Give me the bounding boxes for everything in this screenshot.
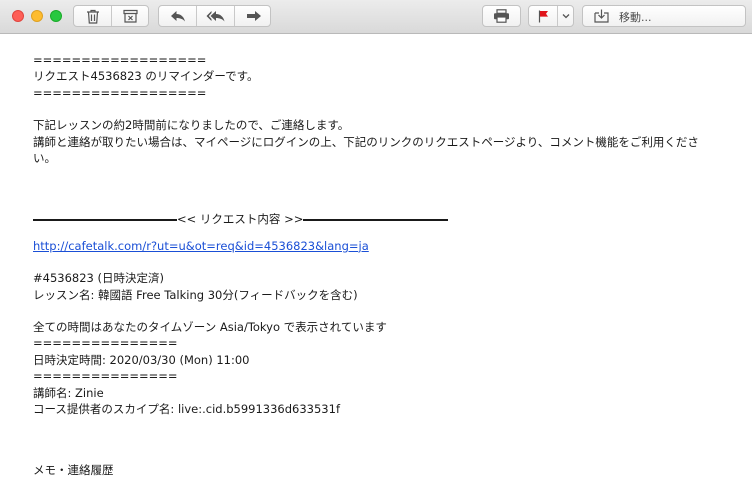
- contact-instructions: 講師と連絡が取りたい場合は、マイページにログインの上、下記のリンクのリクエストペ…: [33, 134, 699, 149]
- separator: ==================: [33, 85, 207, 100]
- reply-button[interactable]: [159, 6, 196, 26]
- move-to-mailbox-button[interactable]: 移動...: [582, 5, 746, 27]
- reply-all-button[interactable]: [197, 6, 234, 26]
- forward-icon: [246, 11, 261, 21]
- separator: ===============: [33, 369, 178, 384]
- minimize-window-button[interactable]: [31, 10, 43, 22]
- reply-icon: [170, 11, 185, 22]
- delete-button[interactable]: [74, 6, 111, 26]
- reply-group: [158, 5, 271, 27]
- forward-button[interactable]: [235, 6, 272, 26]
- flag-menu-button[interactable]: [558, 6, 574, 26]
- flag-button[interactable]: [529, 6, 557, 26]
- print-button[interactable]: [482, 5, 521, 27]
- mail-toolbar: 移動...: [0, 0, 752, 34]
- intro-text: 下記レッスンの約2時間前になりましたので、ご連絡します。: [33, 118, 350, 133]
- skype-name: コース提供者のスカイプ名: live:.cid.b5991336d633531f: [33, 402, 340, 417]
- separator: ===============: [33, 336, 178, 351]
- chevron-down-icon: [562, 14, 570, 19]
- scheduled-datetime: 日時決定時間: 2020/03/30 (Mon) 11:00: [33, 352, 250, 367]
- flag-group: [528, 5, 574, 27]
- reminder-line: リクエスト4536823 のリマインダーです。: [33, 69, 259, 84]
- contact-instructions-cont: い。: [33, 151, 56, 166]
- archive-icon: [123, 9, 138, 23]
- reply-all-icon: [206, 11, 224, 22]
- tutor-name: 講師名: Zinie: [33, 385, 104, 400]
- request-id: #4536823 (日時決定済): [33, 271, 164, 286]
- section-divider: << リクエスト内容 >>: [33, 211, 733, 227]
- close-window-button[interactable]: [12, 10, 24, 22]
- archive-button[interactable]: [112, 6, 149, 26]
- timezone-note: 全ての時間はあなたのタイムゾーン Asia/Tokyo で表示されています: [33, 320, 387, 335]
- move-to-folder-icon: [594, 9, 609, 23]
- separator: ==================: [33, 53, 207, 67]
- flag-icon: [538, 10, 548, 22]
- request-page-link[interactable]: http://cafetalk.com/r?ut=u&ot=req&id=453…: [33, 239, 369, 253]
- lesson-name: レッスン名: 韓國語 Free Talking 30分(フィードバックを含む): [33, 287, 358, 302]
- memo-history-heading: メモ・連絡履歴: [33, 462, 114, 477]
- move-label: 移動...: [619, 11, 652, 24]
- section-header: << リクエスト内容 >>: [177, 212, 304, 227]
- delete-archive-group: [73, 5, 149, 27]
- zoom-window-button[interactable]: [50, 10, 62, 22]
- email-body: ================== リクエスト4536823 のリマインダーで…: [33, 52, 733, 478]
- trash-icon: [86, 9, 99, 24]
- print-icon: [494, 9, 509, 23]
